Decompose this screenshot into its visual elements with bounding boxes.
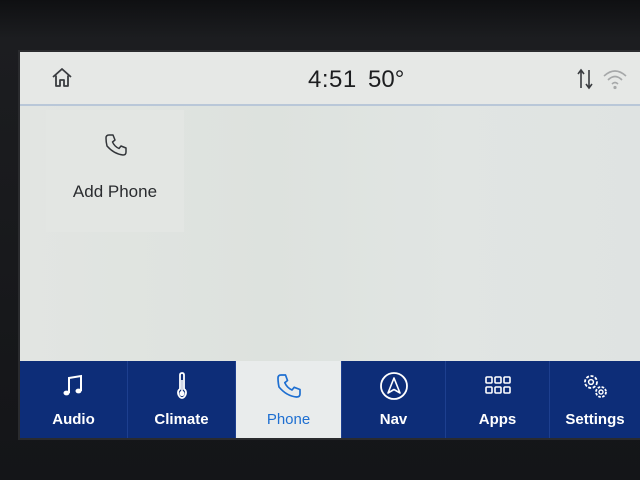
thermometer-icon [176, 372, 187, 399]
nav-climate-label: Climate [154, 411, 209, 428]
nav-audio-label: Audio [52, 411, 95, 428]
nav-navigation-label: Nav [379, 411, 408, 428]
music-note-icon [63, 374, 82, 396]
outside-temperature: 50° [368, 66, 405, 93]
nav-apps-label: Apps [478, 411, 517, 428]
nav-climate[interactable]: Climate [128, 361, 236, 438]
nav-navigation[interactable]: Nav [342, 361, 446, 438]
home-icon[interactable] [50, 66, 74, 90]
clock: 4:51 [308, 66, 357, 93]
add-phone-label: Add Phone [72, 182, 158, 201]
navigation-icon [379, 372, 408, 400]
nav-settings[interactable]: Settings [550, 361, 640, 438]
add-phone-button[interactable]: Add Phone [46, 110, 184, 232]
gears-icon [584, 375, 607, 398]
nav-audio[interactable]: Audio [20, 361, 128, 438]
nav-settings-label: Settings [565, 411, 625, 428]
touchscreen: 4:51 50° Add Phone Audio Climate Phone N… [20, 52, 640, 438]
phone-content-area: Add Phone [20, 106, 640, 361]
phone-icon [276, 374, 301, 398]
status-bar: 4:51 50° [20, 52, 640, 106]
data-transfer-icon [577, 68, 593, 90]
nav-phone-label: Phone [266, 411, 311, 428]
wifi-icon [603, 70, 627, 90]
bottom-navigation-bar: Audio Climate Phone Nav Apps Settings [20, 361, 640, 438]
nav-apps[interactable]: Apps [446, 361, 550, 438]
phone-icon [105, 134, 127, 156]
apps-grid-icon [484, 376, 511, 394]
nav-phone[interactable]: Phone [236, 361, 342, 438]
